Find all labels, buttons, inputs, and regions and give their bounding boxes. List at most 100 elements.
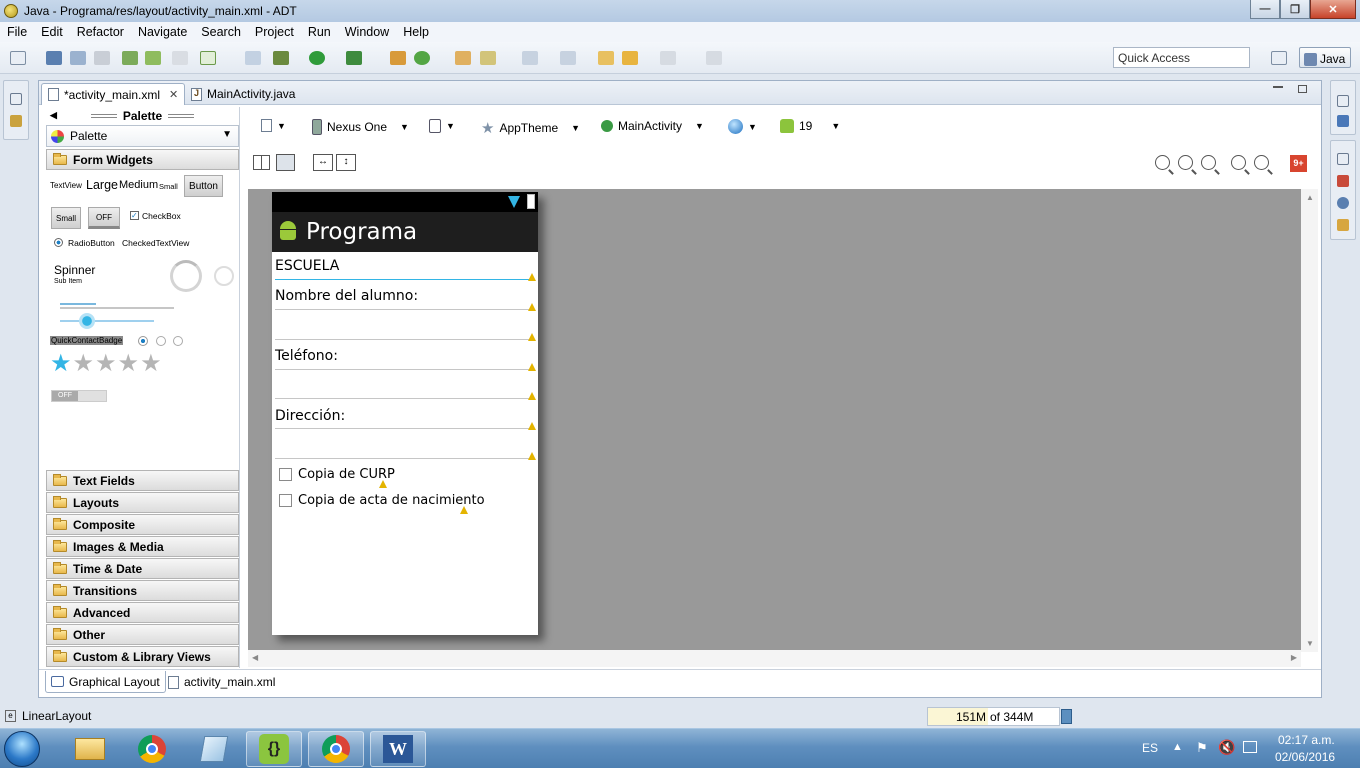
lint-icon[interactable] xyxy=(172,51,188,65)
zoom-real-size-icon[interactable] xyxy=(1178,155,1193,170)
menu-edit[interactable]: Edit xyxy=(34,25,70,39)
minimize-view-icon[interactable] xyxy=(1273,86,1283,88)
tab-mainactivity-java[interactable]: MainActivity.java xyxy=(185,83,301,105)
layout-horizontal-icon[interactable] xyxy=(253,155,270,170)
volume-muted-icon[interactable]: 🔇 xyxy=(1218,739,1235,756)
scroll-down-icon[interactable]: ▼ xyxy=(1306,639,1314,648)
menu-navigate[interactable]: Navigate xyxy=(131,25,194,39)
widget-quick-contact-badge[interactable]: QuickContactBadge xyxy=(50,336,124,345)
restore-icon[interactable] xyxy=(1337,153,1349,165)
widget-button[interactable]: Button xyxy=(184,175,223,197)
category-images-media[interactable]: Images & Media xyxy=(46,536,239,557)
chrome-taskbar-button[interactable] xyxy=(124,731,180,767)
back-icon[interactable] xyxy=(622,51,638,65)
maximize-view-icon[interactable] xyxy=(1298,85,1307,93)
explorer-taskbar-button[interactable] xyxy=(62,731,118,767)
close-tab-icon[interactable]: ✕ xyxy=(169,88,178,101)
category-custom-library-views[interactable]: Custom & Library Views xyxy=(46,646,239,667)
next-annotation-icon[interactable] xyxy=(560,51,576,65)
field-escuela[interactable]: ESCUELA xyxy=(275,258,534,274)
fill-width-icon[interactable]: ↔ xyxy=(313,154,333,171)
declaration-icon[interactable] xyxy=(1337,219,1349,231)
field-nombre-alumno-label[interactable]: Nombre del alumno: xyxy=(275,288,534,304)
widget-small-text[interactable]: Small xyxy=(159,182,178,191)
scroll-up-icon[interactable]: ▲ xyxy=(1306,193,1314,202)
android-sdk-icon[interactable] xyxy=(122,51,138,65)
seekbar-thumb-icon[interactable] xyxy=(79,313,95,329)
forward-icon[interactable] xyxy=(660,51,676,65)
layout-vertical-icon[interactable] xyxy=(276,154,295,171)
minimize-button[interactable]: — xyxy=(1250,0,1280,19)
canvas-horizontal-scrollbar[interactable]: ◀ ▶ xyxy=(248,650,1301,667)
widget-textview[interactable]: TextView xyxy=(50,181,82,190)
restore-icon[interactable] xyxy=(1337,95,1349,107)
activity-chooser[interactable]: MainActivity ▼ xyxy=(601,119,704,133)
tab-activity-main-xml[interactable]: *activity_main.xml ✕ xyxy=(41,83,186,105)
progress-small-icon[interactable] xyxy=(214,266,234,286)
widget-large-text[interactable]: Large xyxy=(86,178,118,192)
save-icon[interactable] xyxy=(46,51,62,65)
tab-activity-main-xml-source[interactable]: activity_main.xml xyxy=(163,671,280,693)
checkbox-acta-nacimiento[interactable] xyxy=(279,494,292,507)
menu-help[interactable]: Help xyxy=(396,25,436,39)
checkbox-curp[interactable] xyxy=(279,468,292,481)
field-telefono-label[interactable]: Teléfono: xyxy=(275,348,534,364)
quick-access-field[interactable]: Quick Access xyxy=(1113,47,1250,68)
locale-chooser[interactable]: ▼ xyxy=(728,119,757,134)
category-layouts[interactable]: Layouts xyxy=(46,492,239,513)
widget-checked-textview[interactable]: CheckedTextView xyxy=(122,238,189,248)
menu-search[interactable]: Search xyxy=(194,25,248,39)
category-text-fields[interactable]: Text Fields xyxy=(46,470,239,491)
widget-checkbox[interactable]: CheckBox xyxy=(142,211,181,221)
palette-selector[interactable]: Palette ▼ xyxy=(46,125,239,147)
widget-switch[interactable]: OFF xyxy=(51,390,107,402)
annotation-icon[interactable] xyxy=(522,51,538,65)
direccion-input-underline[interactable] xyxy=(275,458,534,459)
widget-spinner[interactable]: Spinner xyxy=(54,263,95,277)
open-type-icon[interactable] xyxy=(455,51,471,65)
collapse-palette-icon[interactable]: ◀ xyxy=(50,110,57,121)
clock-time[interactable]: 02:17 a.m. xyxy=(1278,733,1335,747)
menu-window[interactable]: Window xyxy=(338,25,396,39)
device-preview[interactable]: Programa ESCUELA Nombre del alumno: Telé… xyxy=(272,192,538,635)
chrome-window-taskbar-button[interactable] xyxy=(308,731,364,767)
menu-run[interactable]: Run xyxy=(301,25,338,39)
language-indicator[interactable]: ES xyxy=(1142,741,1158,755)
scroll-right-icon[interactable]: ▶ xyxy=(1291,653,1297,662)
menu-file[interactable]: File xyxy=(0,25,34,39)
api-level-chooser[interactable]: 19 ▼ xyxy=(780,119,840,133)
theme-chooser[interactable]: ★ AppTheme ▼ xyxy=(481,119,580,137)
word-taskbar-button[interactable]: W xyxy=(370,731,426,767)
widget-toggle-button[interactable]: OFF xyxy=(88,207,120,229)
widget-medium-text[interactable]: Medium xyxy=(119,179,158,191)
restore-icon[interactable] xyxy=(10,93,22,105)
telefono-input-underline[interactable] xyxy=(275,398,534,399)
package-explorer-icon[interactable] xyxy=(10,115,22,127)
save-all-icon[interactable] xyxy=(70,51,86,65)
device-chooser[interactable]: Nexus One ▼ xyxy=(312,119,409,135)
action-center-flag-icon[interactable]: ⚑ xyxy=(1196,740,1208,756)
debug-icon[interactable] xyxy=(273,51,289,65)
zoom-in-icon[interactable] xyxy=(1254,155,1269,170)
garbage-collect-icon[interactable] xyxy=(1061,709,1072,724)
outline-icon[interactable] xyxy=(1337,115,1349,127)
widget-ratingbar[interactable]: ★★★★★ xyxy=(50,352,163,376)
close-button[interactable]: ✕ xyxy=(1310,0,1356,19)
adt-taskbar-button[interactable]: {} xyxy=(246,731,302,767)
problems-icon[interactable] xyxy=(1337,175,1349,187)
canvas-vertical-scrollbar[interactable]: ▲ ▼ xyxy=(1301,189,1318,652)
javadoc-icon[interactable] xyxy=(1337,197,1349,209)
zoom-out-icon[interactable] xyxy=(1231,155,1246,170)
category-time-date[interactable]: Time & Date xyxy=(46,558,239,579)
maximize-button[interactable]: ❐ xyxy=(1280,0,1310,19)
show-hidden-icons-icon[interactable]: ▲ xyxy=(1172,741,1183,753)
run-config-icon[interactable] xyxy=(346,51,362,65)
orientation-chooser[interactable]: ▼ xyxy=(429,119,455,133)
last-edit-icon[interactable] xyxy=(598,51,614,65)
network-icon[interactable] xyxy=(1243,741,1257,753)
print-icon[interactable] xyxy=(94,51,110,65)
widget-small-button[interactable]: Small xyxy=(51,207,81,229)
clock-date[interactable]: 02/06/2016 xyxy=(1275,750,1335,764)
avd-manager-icon[interactable] xyxy=(145,51,161,65)
category-form-widgets[interactable]: Form Widgets xyxy=(46,149,239,170)
